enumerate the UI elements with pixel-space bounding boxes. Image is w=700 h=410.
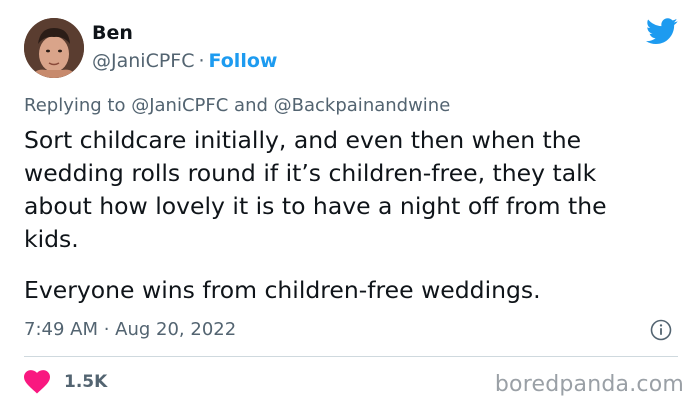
avatar-image	[24, 18, 84, 78]
separator-dot: ·	[198, 50, 205, 72]
like-button[interactable]: 1.5K	[24, 370, 107, 394]
reply-conjunction: and	[234, 95, 268, 116]
info-icon[interactable]	[650, 319, 672, 341]
reply-prefix: Replying to	[24, 95, 126, 116]
reply-mention-janicpfc[interactable]: @JaniCPFC	[131, 95, 228, 116]
twitter-bird-icon[interactable]	[646, 18, 678, 45]
heart-icon[interactable]	[24, 370, 50, 394]
like-count: 1.5K	[64, 372, 108, 392]
watermark: boredpanda.com	[494, 372, 684, 397]
reply-context: Replying to @JaniCPFC and @Backpainandwi…	[24, 95, 450, 116]
handle-row: @JaniCPFC · Follow	[92, 50, 277, 72]
author-name[interactable]: Ben	[92, 22, 133, 44]
reply-mention-backpainandwine[interactable]: @Backpainandwine	[274, 95, 451, 116]
author-handle[interactable]: @JaniCPFC	[92, 50, 195, 72]
tweet-timestamp[interactable]: 7:49 AM · Aug 20, 2022	[24, 319, 236, 340]
tweet-paragraph: Sort childcare initially, and even then …	[24, 126, 607, 253]
follow-button[interactable]: Follow	[209, 50, 278, 72]
tweet-text: Sort childcare initially, and even then …	[24, 124, 684, 307]
tweet-paragraph: Everyone wins from children-free wedding…	[24, 276, 541, 304]
avatar[interactable]	[24, 18, 84, 78]
divider	[24, 356, 678, 357]
